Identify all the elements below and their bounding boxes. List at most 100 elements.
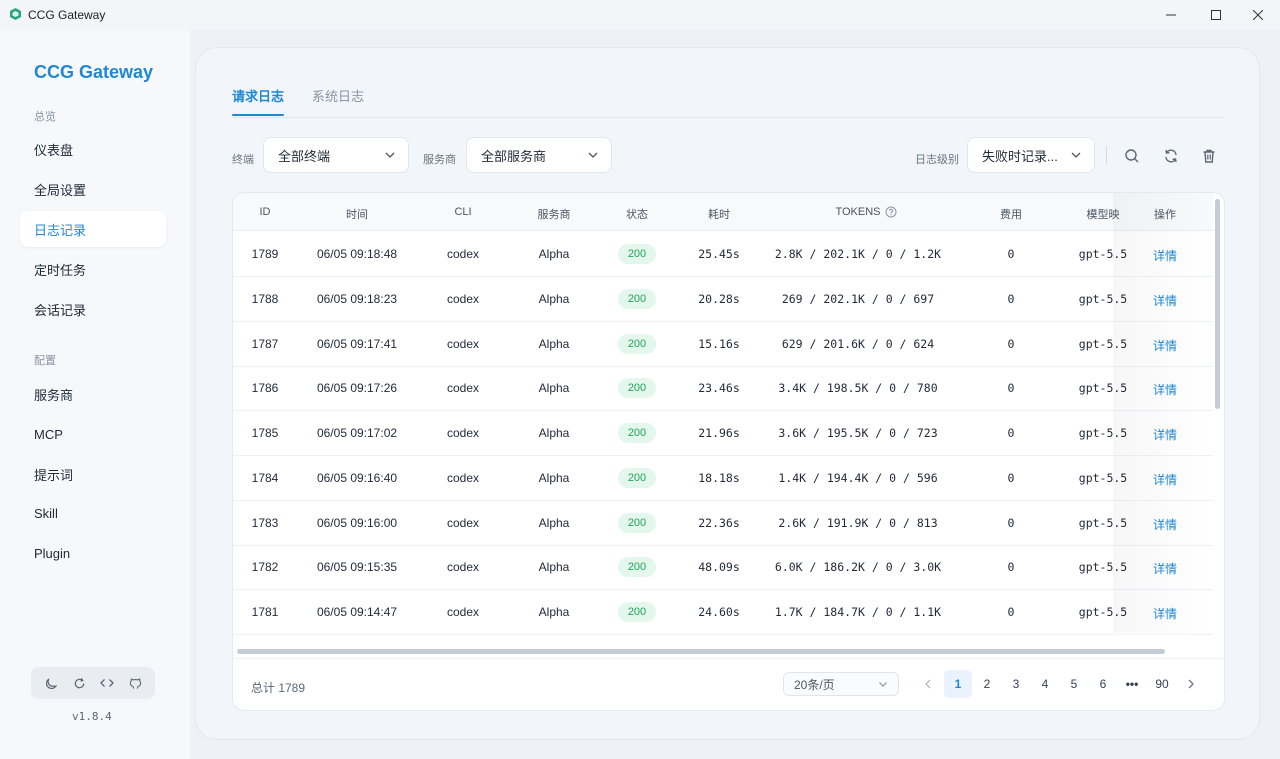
cell-cost: 0 — [1007, 291, 1015, 306]
cell-tokens: 629 / 201.6K / 0 / 624 — [781, 336, 935, 351]
cell-provider: Alpha — [538, 515, 570, 530]
log-tabs: 请求日志 系统日志 — [232, 86, 364, 118]
table-row[interactable]: 1783 06/05 09:16:00 codex Alpha 200 22.36s 2.6… — [233, 501, 1213, 546]
column-header-actions: 操作 — [1154, 209, 1176, 221]
chevron-right-icon — [1188, 679, 1194, 689]
cell-duration: 25.45s — [698, 247, 740, 261]
close-button[interactable] — [1235, 0, 1280, 30]
detail-link[interactable]: 详情 — [1153, 516, 1177, 533]
reload-button[interactable] — [69, 673, 89, 693]
detail-link[interactable]: 详情 — [1153, 337, 1177, 354]
theme-toggle-button[interactable] — [41, 673, 61, 693]
page-button-4[interactable]: 4 — [1031, 670, 1059, 698]
column-header-tokens: TOKENS — [835, 206, 881, 218]
tab-request-logs[interactable]: 请求日志 — [232, 86, 285, 116]
clear-logs-button[interactable] — [1198, 145, 1220, 167]
detail-link[interactable]: 详情 — [1153, 605, 1177, 622]
cell-tokens: 3.4K / 198.5K / 0 / 780 — [778, 381, 938, 396]
table-row[interactable]: 1781 06/05 09:14:47 codex Alpha 200 24.60s 1.7… — [233, 590, 1213, 635]
log-level-select[interactable]: 失败时记录... — [967, 137, 1095, 173]
table-row[interactable]: 1786 06/05 09:17:26 codex Alpha 200 23.46s 3.4… — [233, 366, 1213, 412]
table-header: ID 时间 CLI 服务商 状态 耗时 TOKENS 费用 模型映 操作 — [233, 193, 1213, 231]
table-row[interactable]: 1785 06/05 09:17:02 codex Alpha 200 21.96s 3.6… — [233, 411, 1213, 456]
sidebar-item-prompts[interactable]: 提示词 — [20, 456, 166, 492]
table-row[interactable]: 1784 06/05 09:16:40 codex Alpha 200 18.18s 1.4… — [233, 456, 1213, 501]
prev-page-button[interactable] — [914, 670, 942, 698]
detail-link[interactable]: 详情 — [1153, 471, 1177, 488]
cell-model: gpt-5.5 — [1078, 470, 1128, 485]
cell-cost: 0 — [1007, 470, 1015, 485]
cell-duration: 23.46s — [698, 381, 740, 396]
cell-model: gpt-5.5 — [1078, 605, 1128, 619]
page-size-select[interactable]: 20条/页 — [783, 672, 899, 696]
horizontal-scrollbar[interactable] — [237, 649, 1165, 654]
cell-id: 1786 — [251, 381, 279, 396]
search-button[interactable] — [1121, 145, 1143, 167]
status-badge: 200 — [618, 467, 656, 488]
devtools-button[interactable] — [97, 673, 117, 693]
page-button-2[interactable]: 2 — [973, 670, 1001, 698]
cell-time: 06/05 09:15:35 — [316, 560, 398, 575]
status-badge: 200 — [618, 378, 656, 399]
page-button-6[interactable]: 6 — [1089, 670, 1117, 698]
sidebar-item-mcp[interactable]: MCP — [20, 416, 166, 452]
trash-icon — [1203, 149, 1215, 163]
cell-id: 1782 — [251, 560, 279, 575]
sidebar-item-logs[interactable]: 日志记录 — [20, 211, 166, 247]
refresh-button[interactable] — [1160, 145, 1182, 167]
page-size-value: 20条/页 — [794, 677, 835, 692]
cell-provider: Alpha — [538, 470, 570, 485]
sidebar-item-dashboard[interactable]: 仪表盘 — [20, 131, 166, 167]
tab-system-logs[interactable]: 系统日志 — [312, 86, 364, 116]
column-header-status: 状态 — [626, 209, 648, 221]
section-label-config: 配置 — [34, 355, 56, 367]
cell-id: 1789 — [251, 247, 279, 261]
provider-select[interactable]: 全部服务商 — [466, 137, 612, 173]
cell-cli: codex — [446, 515, 480, 530]
app-icon — [10, 8, 21, 20]
request-log-table: ID 时间 CLI 服务商 状态 耗时 TOKENS 费用 模型映 操作 178… — [232, 192, 1225, 711]
page-button-5[interactable]: 5 — [1060, 670, 1088, 698]
cell-tokens: 1.4K / 194.4K / 0 / 596 — [778, 470, 938, 485]
log-level-select-value: 失败时记录... — [982, 148, 1058, 164]
sidebar-item-scheduled-tasks[interactable]: 定时任务 — [20, 251, 166, 287]
terminal-select[interactable]: 全部终端 — [263, 137, 409, 173]
minimize-button[interactable] — [1148, 0, 1194, 30]
sidebar-item-skill[interactable]: Skill — [20, 495, 166, 531]
tokens-help-icon[interactable] — [885, 205, 897, 218]
page-ellipsis-button[interactable]: ••• — [1118, 670, 1146, 698]
sidebar-item-providers[interactable]: 服务商 — [20, 376, 166, 412]
maximize-button[interactable] — [1193, 0, 1239, 30]
column-header-id: ID — [259, 206, 271, 218]
vertical-scrollbar[interactable] — [1215, 199, 1220, 409]
sidebar-item-global-settings[interactable]: 全局设置 — [20, 171, 166, 207]
moon-icon — [45, 678, 57, 689]
table-row[interactable]: 1782 06/05 09:15:35 codex Alpha 200 48.09s 6.0… — [233, 545, 1213, 591]
page-button-1[interactable]: 1 — [944, 670, 972, 698]
page-button-3[interactable]: 3 — [1002, 670, 1030, 698]
detail-link[interactable]: 详情 — [1153, 426, 1177, 443]
cell-provider: Alpha — [538, 560, 570, 575]
cell-id: 1783 — [251, 515, 279, 530]
github-button[interactable] — [125, 673, 145, 693]
sidebar-item-plugin[interactable]: Plugin — [20, 535, 166, 571]
sidebar-item-sessions[interactable]: 会话记录 — [20, 291, 166, 327]
detail-link[interactable]: 详情 — [1153, 247, 1177, 264]
terminal-filter-label: 终端 — [232, 154, 254, 166]
cell-duration: 15.16s — [698, 336, 740, 351]
detail-link[interactable]: 详情 — [1153, 292, 1177, 309]
status-badge: 200 — [618, 423, 656, 443]
page-button-last[interactable]: 90 — [1148, 670, 1176, 698]
detail-link[interactable]: 详情 — [1153, 381, 1177, 398]
next-page-button[interactable] — [1177, 670, 1205, 698]
table-row[interactable]: 1789 06/05 09:18:48 codex Alpha 200 25.45s 2.8… — [233, 232, 1213, 277]
cell-cli: codex — [446, 605, 480, 619]
table-row[interactable]: 1787 06/05 09:17:41 codex Alpha 200 15.16s 629… — [233, 322, 1213, 367]
cell-time: 06/05 09:17:26 — [316, 381, 398, 396]
total-count: 总计 1789 — [251, 681, 306, 695]
detail-link[interactable]: 详情 — [1153, 560, 1177, 577]
cell-model: gpt-5.5 — [1078, 381, 1128, 396]
table-row[interactable]: 1788 06/05 09:18:23 codex Alpha 200 20.28s 269… — [233, 277, 1213, 322]
window-title: CCG Gateway — [28, 8, 106, 22]
cell-model: gpt-5.5 — [1078, 560, 1128, 575]
